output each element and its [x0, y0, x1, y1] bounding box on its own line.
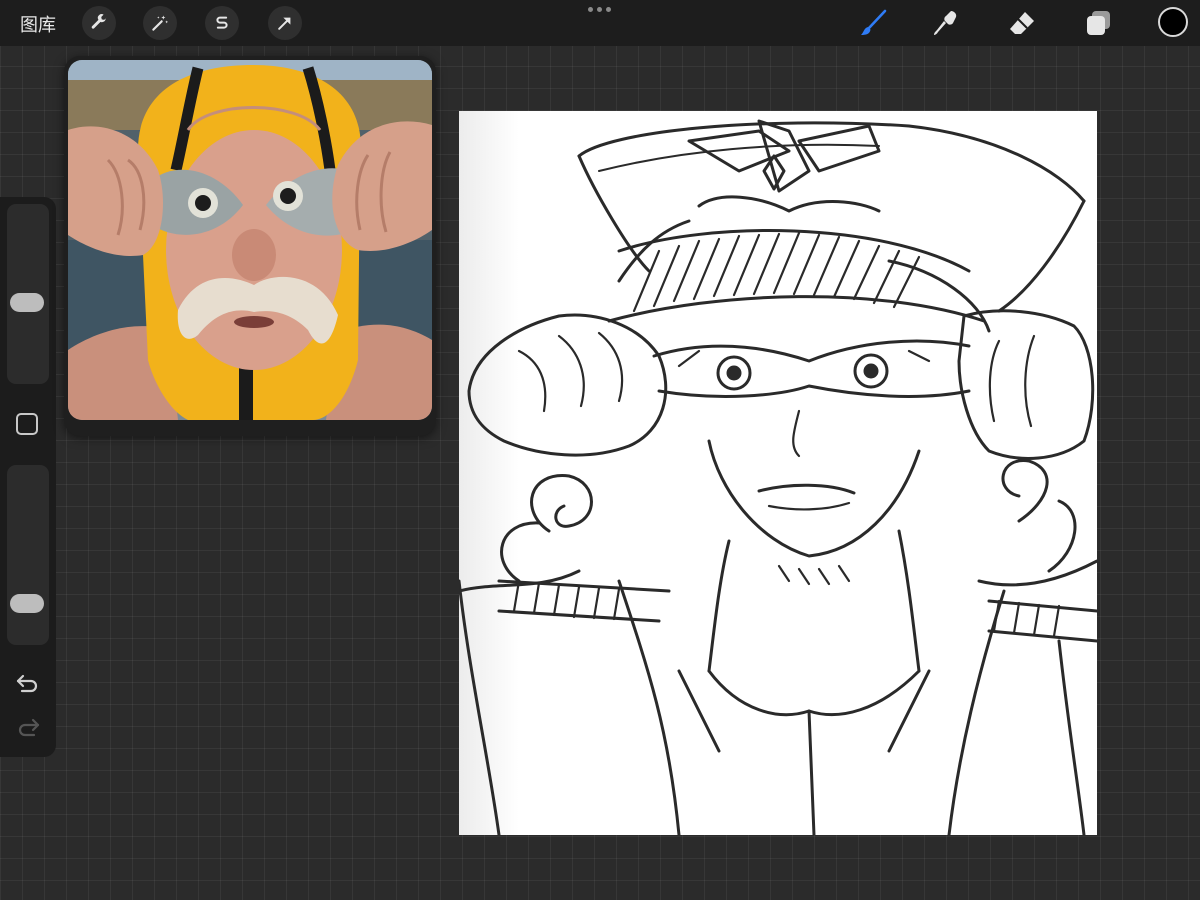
smudge-icon: [934, 11, 957, 35]
eraser-icon: [1010, 12, 1034, 34]
brush-size-slider[interactable]: [7, 204, 49, 384]
sketch-drawing: [459, 119, 1097, 835]
undo-button[interactable]: [14, 671, 42, 695]
gallery-button[interactable]: 图库: [20, 11, 56, 37]
drawing-canvas[interactable]: [459, 111, 1097, 835]
top-toolbar: 图库: [0, 0, 1200, 46]
adjustments-button[interactable]: [143, 6, 177, 40]
actions-button[interactable]: [82, 6, 116, 40]
arrow-transform-icon: [278, 17, 291, 30]
reference-window[interactable]: [64, 56, 436, 436]
redo-button[interactable]: [14, 715, 42, 739]
opacity-slider[interactable]: [7, 465, 49, 645]
brush-tool[interactable]: [856, 6, 890, 40]
eraser-tool[interactable]: [1005, 6, 1039, 40]
undo-icon: [16, 674, 38, 693]
color-picker-swatch[interactable]: [1158, 7, 1188, 37]
sidebar: [0, 197, 56, 757]
reference-photo: [68, 60, 432, 420]
modify-button[interactable]: [16, 413, 38, 435]
brush-size-handle[interactable]: [10, 293, 44, 312]
magic-wand-icon: [152, 15, 169, 31]
brush-icon: [861, 9, 887, 35]
layers-icon: [1087, 11, 1110, 35]
reference-image: [68, 60, 432, 420]
transform-button[interactable]: [268, 6, 302, 40]
opacity-handle[interactable]: [10, 594, 44, 613]
wrench-icon: [91, 14, 107, 29]
selection-button[interactable]: [205, 6, 239, 40]
selection-s-icon: [216, 16, 228, 29]
redo-icon: [18, 718, 40, 737]
smudge-tool[interactable]: [929, 6, 963, 40]
more-dots-handle[interactable]: [588, 7, 611, 12]
layers-tool[interactable]: [1081, 6, 1115, 40]
